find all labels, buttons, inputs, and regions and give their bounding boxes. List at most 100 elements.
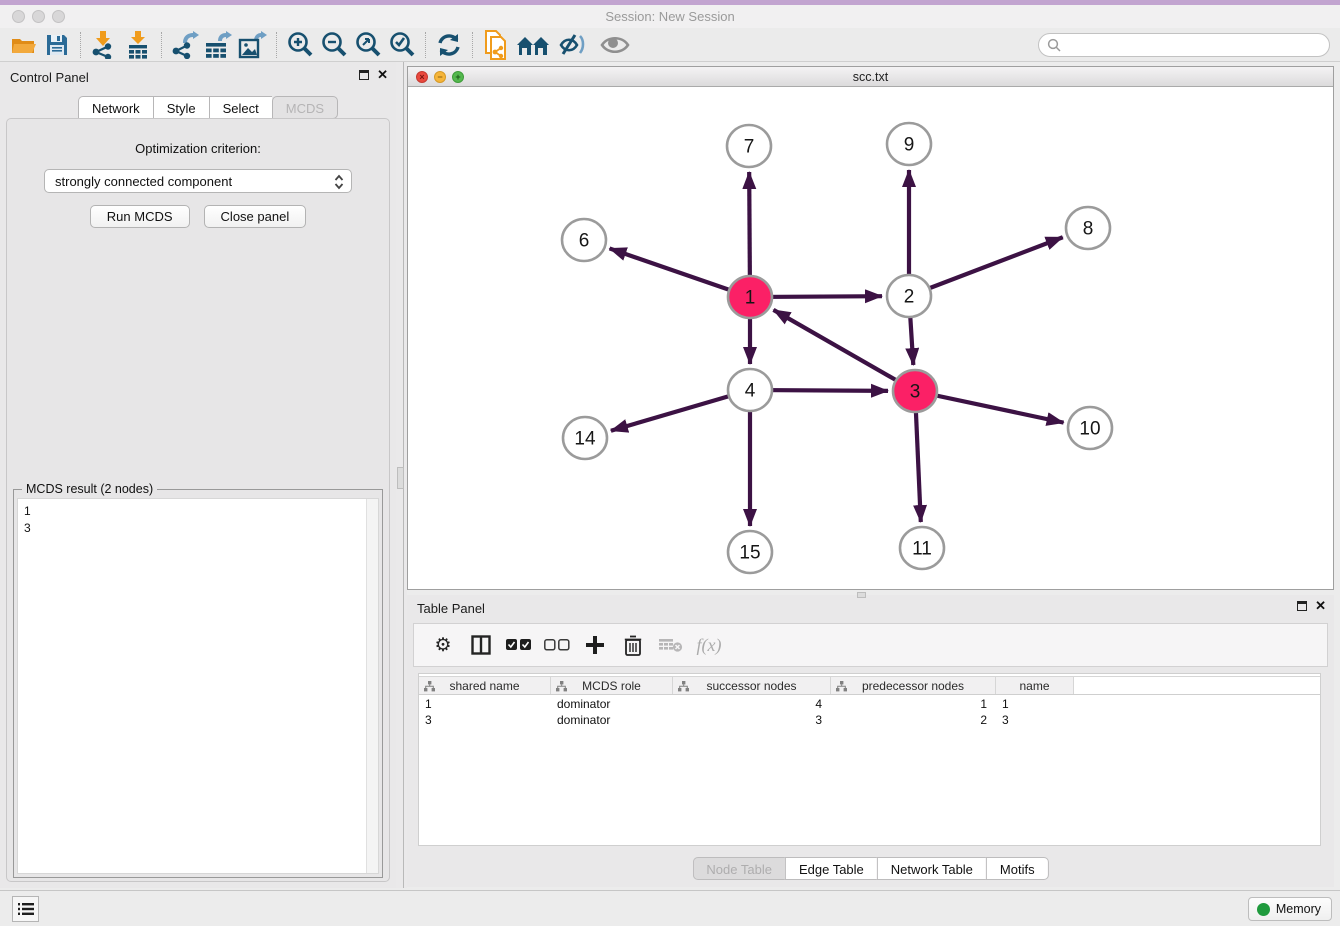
close-panel-button[interactable]: Close panel xyxy=(204,205,307,228)
run-mcds-button[interactable]: Run MCDS xyxy=(90,205,190,228)
search-input[interactable] xyxy=(1066,38,1329,52)
export-table-button[interactable] xyxy=(202,30,236,60)
tab-style[interactable]: Style xyxy=(153,96,209,119)
search-box[interactable] xyxy=(1038,33,1330,57)
column-header-predecessor-nodes[interactable]: predecessor nodes xyxy=(831,677,996,694)
export-image-button[interactable] xyxy=(236,30,270,60)
tab-network-table[interactable]: Network Table xyxy=(877,857,986,880)
float-panel-icon[interactable] xyxy=(1297,601,1307,611)
refresh-layout-button[interactable] xyxy=(432,30,466,60)
tab-motifs[interactable]: Motifs xyxy=(986,857,1049,880)
home-networks-button[interactable] xyxy=(513,30,553,60)
tab-edge-table[interactable]: Edge Table xyxy=(785,857,877,880)
tab-select[interactable]: Select xyxy=(209,96,272,119)
zoom-fit-button[interactable] xyxy=(351,30,385,60)
mcds-result-textarea[interactable]: 1 3 xyxy=(17,498,379,874)
table-cell[interactable]: 1 xyxy=(419,696,551,712)
list-icon xyxy=(18,902,34,916)
show-hidden-button[interactable] xyxy=(593,30,637,60)
close-panel-icon[interactable]: ✕ xyxy=(1315,601,1326,611)
column-header-shared-name[interactable]: shared name xyxy=(419,677,551,694)
float-panel-icon[interactable] xyxy=(359,70,369,80)
network-window-titlebar[interactable]: × − + scc.txt xyxy=(408,67,1333,87)
node-table[interactable]: shared nameMCDS rolesuccessor nodesprede… xyxy=(418,673,1321,846)
table-row[interactable]: 3dominator323 xyxy=(419,712,1320,728)
node-9[interactable]: 9 xyxy=(887,123,931,165)
zoom-selected-button[interactable] xyxy=(385,30,419,60)
memory-button[interactable]: Memory xyxy=(1248,897,1332,921)
clone-network-button[interactable] xyxy=(479,30,513,60)
node-6[interactable]: 6 xyxy=(562,219,606,261)
table-import-icon xyxy=(125,31,151,59)
edge-3-1[interactable] xyxy=(773,310,915,391)
table-options-button[interactable]: ⚙ xyxy=(424,626,462,664)
export-network-button[interactable] xyxy=(168,30,202,60)
mcds-result-title: MCDS result (2 nodes) xyxy=(22,482,157,496)
mcds-result-values: 1 3 xyxy=(24,503,31,537)
network-window-title: scc.txt xyxy=(408,70,1333,84)
column-header-successor-nodes[interactable]: successor nodes xyxy=(673,677,831,694)
columns-icon xyxy=(471,635,491,655)
chevron-up-down-icon xyxy=(334,174,344,190)
network-graph[interactable]: 7 9 6 8 1 2 4 3 14 10 15 11 xyxy=(408,87,1333,589)
node-15[interactable]: 15 xyxy=(728,531,772,573)
table-cell[interactable]: 2 xyxy=(831,712,996,728)
result-scrollbar[interactable] xyxy=(366,499,378,873)
tab-network[interactable]: Network xyxy=(78,96,153,119)
table-cell[interactable]: dominator xyxy=(551,696,673,712)
hide-selected-button[interactable] xyxy=(553,30,593,60)
vertical-split-divider[interactable] xyxy=(396,62,407,888)
checked-boxes-icon xyxy=(506,639,532,651)
table-cell[interactable]: 3 xyxy=(996,712,1074,728)
column-header-name[interactable]: name xyxy=(996,677,1074,694)
tab-mcds[interactable]: MCDS xyxy=(272,96,338,119)
import-table-button[interactable] xyxy=(121,30,155,60)
optimization-criterion-select[interactable]: strongly connected component xyxy=(44,169,352,193)
edge-2-8[interactable] xyxy=(909,237,1063,296)
toolbar-separator xyxy=(472,32,473,58)
add-column-button[interactable] xyxy=(576,626,614,664)
table-cell[interactable]: 1 xyxy=(831,696,996,712)
gear-icon: ⚙ xyxy=(434,634,451,657)
divider-grip[interactable] xyxy=(397,467,404,489)
table-cell[interactable]: 3 xyxy=(673,712,831,728)
table-cell[interactable]: 1 xyxy=(996,696,1074,712)
node-3[interactable]: 3 xyxy=(893,370,937,412)
import-network-button[interactable] xyxy=(87,30,121,60)
close-panel-icon[interactable]: ✕ xyxy=(377,70,388,80)
node-8[interactable]: 8 xyxy=(1066,207,1110,249)
node-4[interactable]: 4 xyxy=(728,369,772,411)
table-header-row: shared nameMCDS rolesuccessor nodesprede… xyxy=(419,676,1320,695)
column-header-MCDS-role[interactable]: MCDS role xyxy=(551,677,673,694)
node-14[interactable]: 14 xyxy=(563,417,607,459)
divider-grip[interactable] xyxy=(857,592,866,598)
node-1[interactable]: 1 xyxy=(728,276,772,318)
node-2[interactable]: 2 xyxy=(887,275,931,317)
save-session-button[interactable] xyxy=(40,30,74,60)
table-cell[interactable]: 4 xyxy=(673,696,831,712)
clone-network-icon xyxy=(482,30,510,60)
svg-text:9: 9 xyxy=(904,135,915,156)
show-columns-button[interactable] xyxy=(462,626,500,664)
tab-node-table[interactable]: Node Table xyxy=(692,857,785,880)
function-builder-button[interactable]: f(x) xyxy=(690,626,728,664)
delete-column-button[interactable] xyxy=(614,626,652,664)
network-import-icon xyxy=(91,31,117,59)
zoom-out-button[interactable] xyxy=(317,30,351,60)
attribute-tree-icon xyxy=(836,681,847,692)
network-canvas[interactable]: 7 9 6 8 1 2 4 3 14 10 15 11 xyxy=(408,87,1333,589)
control-panel-tabs: NetworkStyleSelectMCDS xyxy=(78,96,338,119)
delete-table-button[interactable] xyxy=(652,626,690,664)
node-7[interactable]: 7 xyxy=(727,125,771,167)
task-history-button[interactable] xyxy=(12,896,39,922)
table-row[interactable]: 1dominator411 xyxy=(419,696,1320,712)
select-all-columns-button[interactable] xyxy=(500,626,538,664)
zoom-in-button[interactable] xyxy=(283,30,317,60)
node-11[interactable]: 11 xyxy=(900,527,944,569)
table-cell[interactable]: dominator xyxy=(551,712,673,728)
table-cell[interactable]: 3 xyxy=(419,712,551,728)
svg-text:1: 1 xyxy=(745,288,756,309)
open-session-button[interactable] xyxy=(6,30,40,60)
node-10[interactable]: 10 xyxy=(1068,407,1112,449)
deselect-all-columns-button[interactable] xyxy=(538,626,576,664)
